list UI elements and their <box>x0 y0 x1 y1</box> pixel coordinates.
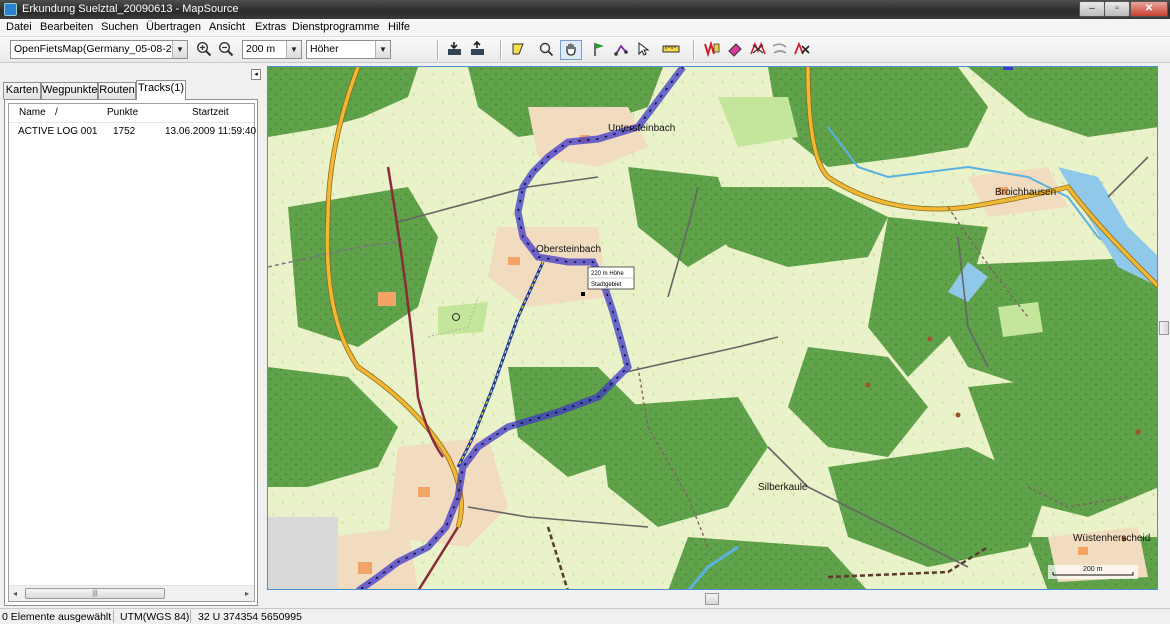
track-list-header: Name / Punkte Startzeit <box>9 104 254 123</box>
route-tool-icon[interactable] <box>612 41 630 59</box>
place-label-silberkaule: Silberkaule <box>758 482 808 493</box>
scroll-left-arrow-icon[interactable]: ◂ <box>13 589 17 598</box>
list-horizontal-scrollbar[interactable]: ◂ ||| ▸ <box>9 585 254 601</box>
tracks-tab-page: Name / Punkte Startzeit ACTIVE LOG 001 1… <box>4 99 258 606</box>
menu-datei[interactable]: Datei <box>6 21 32 33</box>
status-separator <box>190 610 191 623</box>
mapsource-app-icon <box>4 3 17 16</box>
menu-uebertragen[interactable]: Übertragen <box>146 21 201 33</box>
menu-dienstprogramme[interactable]: Dienstprogramme <box>292 21 379 33</box>
receive-from-device-icon[interactable] <box>446 41 464 59</box>
split-track-icon[interactable] <box>749 41 767 59</box>
place-label-broichhausen: Broichhausen <box>995 187 1056 198</box>
sort-indicator: / <box>55 107 58 118</box>
mapsource-window: Erkundung Suelztal_20090613 - MapSource … <box>0 0 1170 624</box>
status-position: 32 U 374354 5650995 <box>198 611 302 623</box>
tab-wegpunkte[interactable]: Wegpunkte <box>41 82 98 99</box>
track-name-cell: ACTIVE LOG 001 <box>18 126 98 137</box>
selection-tool-icon[interactable] <box>509 41 527 59</box>
place-label-untersteinbach: Untersteinbach <box>608 123 675 134</box>
close-button[interactable]: ✕ <box>1130 1 1168 17</box>
connect-track-icon[interactable] <box>771 41 789 59</box>
scale-bar-label: 200 m <box>1083 566 1103 573</box>
maximize-button[interactable]: ▫ <box>1104 1 1130 17</box>
menu-bearbeiten[interactable]: Bearbeiten <box>40 21 93 33</box>
delete-track-icon[interactable] <box>793 41 811 59</box>
waypoint-tool-icon[interactable] <box>590 41 608 59</box>
column-header-punkte[interactable]: Punkte <box>107 104 138 122</box>
menu-suchen[interactable]: Suchen <box>101 21 138 33</box>
detail-level-select[interactable]: Höher ▼ <box>306 40 391 59</box>
erase-tool-icon[interactable] <box>726 41 744 59</box>
list-scroll-thumb[interactable]: ||| <box>25 588 165 599</box>
chevron-down-icon: ▼ <box>375 41 390 58</box>
tab-tracks[interactable]: Tracks(1) <box>136 80 186 100</box>
map-vertical-scroll-thumb[interactable] <box>1159 321 1169 335</box>
map-product-value: OpenFietsMap(Germany_05-08-2017) <box>14 43 188 55</box>
zoom-tool-icon[interactable] <box>537 41 555 59</box>
status-bar: 0 Elemente ausgewählt UTM(WGS 84) 32 U 3… <box>0 608 1170 624</box>
toolbar-separator <box>500 40 502 60</box>
column-header-startzeit[interactable]: Startzeit <box>192 104 229 122</box>
map-horizontal-scroll-thumb[interactable] <box>705 593 719 605</box>
popup-elevation: 220 m Höhe <box>591 271 624 277</box>
track-points-cell: 1752 <box>113 126 136 137</box>
zoom-level-value: 200 m <box>246 43 276 55</box>
window-title: Erkundung Suelztal_20090613 - MapSource <box>22 3 239 15</box>
detail-level-value: Höher <box>310 43 339 55</box>
map-canvas[interactable]: Untersteinbach Obersteinbach Broichhause… <box>268 67 1158 590</box>
hand-tool-icon[interactable] <box>560 40 582 60</box>
zoom-level-select[interactable]: 200 m ▼ <box>242 40 302 59</box>
title-bar: Erkundung Suelztal_20090613 - MapSource … <box>0 0 1170 19</box>
menu-hilfe[interactable]: Hilfe <box>388 21 410 33</box>
track-start-cell: 13.06.2009 11:59:40 <box>165 126 257 137</box>
scale-bar: 200 m <box>1048 565 1138 579</box>
chevron-down-icon: ▼ <box>172 41 187 58</box>
send-to-device-icon[interactable] <box>469 40 487 59</box>
track-panel: ◂ Karten Wegpunkte Routen Tracks(1) Name… <box>0 64 264 610</box>
minimize-button[interactable]: – <box>1079 1 1105 17</box>
track-tool-icon[interactable] <box>703 40 721 59</box>
menu-extras[interactable]: Extras <box>255 21 286 33</box>
map-product-select[interactable]: OpenFietsMap(Germany_05-08-2017) ▼ <box>10 40 188 59</box>
select-tool-icon[interactable] <box>634 41 652 59</box>
menu-ansicht[interactable]: Ansicht <box>209 21 245 33</box>
zoom-in-icon[interactable] <box>195 41 213 59</box>
menu-bar: Datei Bearbeiten Suchen Übertragen Ansic… <box>0 19 1170 37</box>
toolbar-separator <box>437 40 439 60</box>
tab-routen[interactable]: Routen <box>98 82 136 99</box>
map-view[interactable]: Untersteinbach Obersteinbach Broichhause… <box>267 66 1158 590</box>
status-separator <box>113 610 114 623</box>
popup-area: Stadtgebiet <box>591 282 622 288</box>
place-label-wustenherscheid: Wüstenherscheid <box>1073 533 1150 544</box>
place-label-obersteinbach: Obersteinbach <box>536 244 601 255</box>
status-selection: 0 Elemente ausgewählt <box>2 611 112 623</box>
tab-karten[interactable]: Karten <box>3 82 41 99</box>
map-horizontal-scrollbar[interactable] <box>267 591 1158 607</box>
toolbar: OpenFietsMap(Germany_05-08-2017) ▼ 200 m… <box>0 37 1170 63</box>
toolbar-separator <box>693 40 695 60</box>
status-grid: UTM(WGS 84) <box>120 611 190 623</box>
map-vertical-scrollbar[interactable] <box>1158 66 1170 590</box>
distance-tool-icon[interactable] <box>662 41 680 59</box>
track-list: Name / Punkte Startzeit ACTIVE LOG 001 1… <box>8 103 257 602</box>
scroll-right-arrow-icon[interactable]: ▸ <box>245 589 249 598</box>
zoom-out-icon[interactable] <box>217 41 235 59</box>
column-header-name[interactable]: Name <box>19 104 46 122</box>
map-info-popup: 220 m Höhe Stadtgebiet <box>587 266 635 290</box>
collapse-panel-button[interactable]: ◂ <box>251 69 261 80</box>
chevron-down-icon: ▼ <box>286 41 301 58</box>
